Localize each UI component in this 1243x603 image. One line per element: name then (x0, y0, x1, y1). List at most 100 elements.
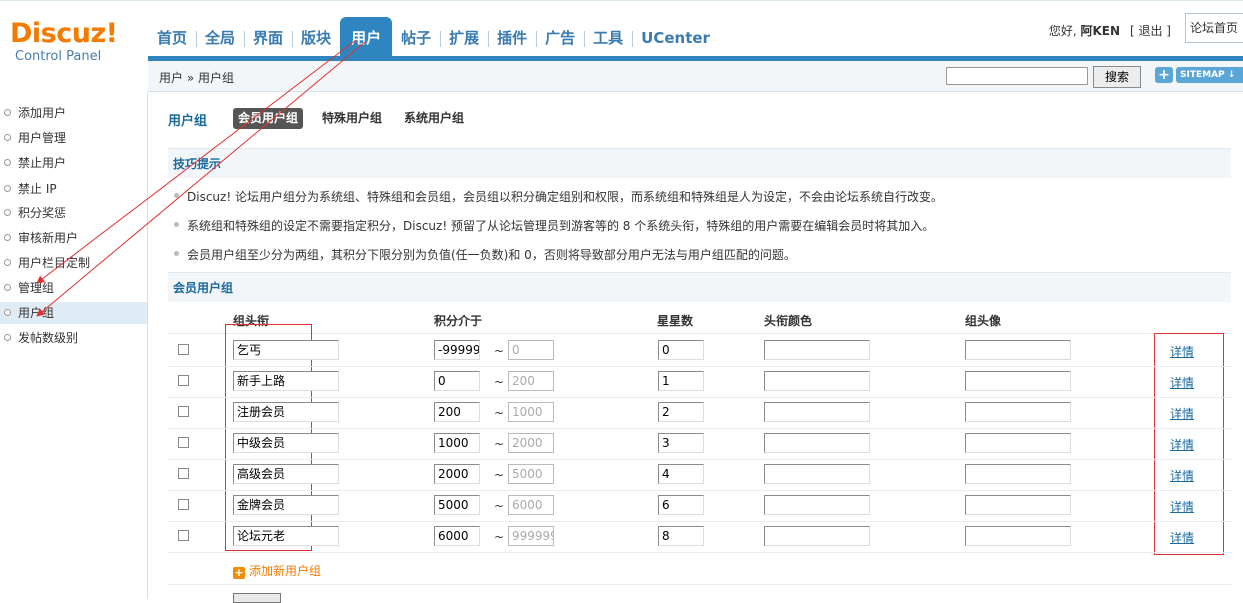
title-color-input[interactable] (764, 526, 870, 546)
row-checkbox[interactable] (178, 468, 189, 479)
row-divider (168, 397, 1231, 398)
search-input[interactable] (946, 67, 1088, 85)
group-avatar-input[interactable] (965, 495, 1071, 515)
tab-system-groups[interactable]: 系统用户组 (399, 108, 469, 129)
main-content: 用户组 会员用户组 特殊用户组 系统用户组 技巧提示 Discuz! 论坛用户组… (168, 92, 1231, 603)
sidebar-item-label: 添加用户 (18, 106, 67, 120)
row-checkbox[interactable] (178, 437, 189, 448)
row-checkbox[interactable] (178, 375, 189, 386)
stars-input[interactable]: 2 (658, 402, 704, 422)
row-checkbox[interactable] (178, 344, 189, 355)
tab-member-groups[interactable]: 会员用户组 (233, 108, 304, 129)
stars-input[interactable]: 0 (658, 340, 704, 360)
nav-item-8[interactable]: 广告 (536, 17, 584, 57)
group-title-input[interactable]: 高级会员 (233, 464, 339, 484)
bullet-icon (4, 334, 11, 341)
group-title-input[interactable]: 金牌会员 (233, 495, 339, 515)
detail-link[interactable]: 详情 (1170, 405, 1194, 422)
sidebar-item-label: 用户管理 (18, 131, 67, 145)
points-low-input[interactable]: 2000 (434, 464, 480, 484)
add-group-link[interactable]: + 添加新用户组 (233, 562, 321, 579)
stars-input[interactable]: 4 (658, 464, 704, 484)
row-divider (168, 366, 1231, 367)
bullet-icon (4, 209, 11, 216)
group-avatar-input[interactable] (965, 464, 1071, 484)
sidebar-item-4[interactable]: 积分奖惩 (0, 202, 147, 224)
sidebar-item-label: 积分奖惩 (18, 206, 67, 220)
detail-link[interactable]: 详情 (1170, 374, 1194, 391)
sidebar-item-7[interactable]: 管理组 (0, 277, 147, 299)
col-group-avatar: 组头像 (965, 314, 1002, 328)
points-low-input[interactable]: 1000 (434, 433, 480, 453)
sidebar-item-label: 管理组 (18, 281, 55, 295)
group-avatar-input[interactable] (965, 402, 1071, 422)
bullet-icon (4, 259, 11, 266)
sidebar-item-3[interactable]: 禁止 IP (0, 178, 147, 200)
title-color-input[interactable] (764, 495, 870, 515)
group-title-input[interactable]: 乞丐 (233, 340, 339, 360)
detail-link[interactable]: 详情 (1170, 529, 1194, 546)
sidebar-item-label: 审核新用户 (18, 231, 79, 245)
forum-home-button[interactable]: 论坛首页 (1185, 13, 1243, 43)
sidebar-item-6[interactable]: 用户栏目定制 (0, 252, 147, 274)
sitemap-plus-icon[interactable]: + (1155, 67, 1173, 83)
stars-input[interactable]: 6 (658, 495, 704, 515)
search-button[interactable]: 搜索 (1093, 66, 1141, 88)
points-low-input[interactable]: 6000 (434, 526, 480, 546)
group-title-input[interactable]: 中级会员 (233, 433, 339, 453)
title-color-input[interactable] (764, 402, 870, 422)
group-avatar-input[interactable] (965, 433, 1071, 453)
nav-item-9[interactable]: 工具 (584, 17, 632, 57)
range-separator: ~ (494, 406, 505, 420)
nav-item-0[interactable]: 首页 (148, 17, 196, 57)
sidebar-item-0[interactable]: 添加用户 (0, 102, 147, 124)
nav-item-7[interactable]: 插件 (488, 17, 536, 57)
title-color-input[interactable] (764, 433, 870, 453)
tab-special-groups[interactable]: 特殊用户组 (317, 108, 387, 129)
stars-input[interactable]: 1 (658, 371, 704, 391)
nav-item-6[interactable]: 扩展 (440, 17, 488, 57)
group-avatar-input[interactable] (965, 526, 1071, 546)
group-avatar-input[interactable] (965, 371, 1071, 391)
nav-item-10[interactable]: UCenter (632, 17, 719, 57)
points-low-input[interactable]: -999999 (434, 340, 480, 360)
nav-item-1[interactable]: 全局 (196, 17, 244, 57)
bullet-icon (4, 159, 11, 166)
sidebar-item-9[interactable]: 发帖数级别 (0, 327, 147, 349)
tip-1: Discuz! 论坛用户组分为系统组、特殊组和会员组，会员组以积分确定组别和权限… (174, 190, 943, 204)
nav-item-5[interactable]: 帖子 (392, 17, 440, 57)
row-checkbox[interactable] (178, 530, 189, 541)
points-low-input[interactable]: 200 (434, 402, 480, 422)
group-title-input[interactable]: 新手上路 (233, 371, 339, 391)
page-title: 用户组 (168, 114, 208, 129)
sidebar-item-8[interactable]: 用户组 (0, 302, 147, 324)
nav-item-2[interactable]: 界面 (244, 17, 292, 57)
sidebar-item-2[interactable]: 禁止用户 (0, 152, 147, 174)
stars-input[interactable]: 3 (658, 433, 704, 453)
group-avatar-input[interactable] (965, 340, 1071, 360)
points-low-input[interactable]: 5000 (434, 495, 480, 515)
sidebar-item-5[interactable]: 审核新用户 (0, 227, 147, 249)
sidebar-item-1[interactable]: 用户管理 (0, 127, 147, 149)
nav-item-4[interactable]: 用户 (340, 17, 393, 57)
logout-link[interactable]: [ 退出 ] (1130, 22, 1171, 39)
row-checkbox[interactable] (178, 406, 189, 417)
stars-input[interactable]: 8 (658, 526, 704, 546)
points-low-input[interactable]: 0 (434, 371, 480, 391)
range-separator: ~ (494, 530, 505, 544)
title-color-input[interactable] (764, 464, 870, 484)
group-title-input[interactable]: 注册会员 (233, 402, 339, 422)
title-color-input[interactable] (764, 371, 870, 391)
submit-button[interactable] (233, 593, 281, 603)
detail-link[interactable]: 详情 (1170, 467, 1194, 484)
detail-link[interactable]: 详情 (1170, 343, 1194, 360)
nav-item-3[interactable]: 版块 (292, 17, 340, 57)
sitemap-button[interactable]: SITEMAP ↓ (1176, 67, 1243, 83)
detail-link[interactable]: 详情 (1170, 498, 1194, 515)
detail-link[interactable]: 详情 (1170, 436, 1194, 453)
group-title-input[interactable]: 论坛元老 (233, 526, 339, 546)
points-high-input: 6000 (508, 495, 554, 515)
row-divider (168, 459, 1231, 460)
row-checkbox[interactable] (178, 499, 189, 510)
title-color-input[interactable] (764, 340, 870, 360)
